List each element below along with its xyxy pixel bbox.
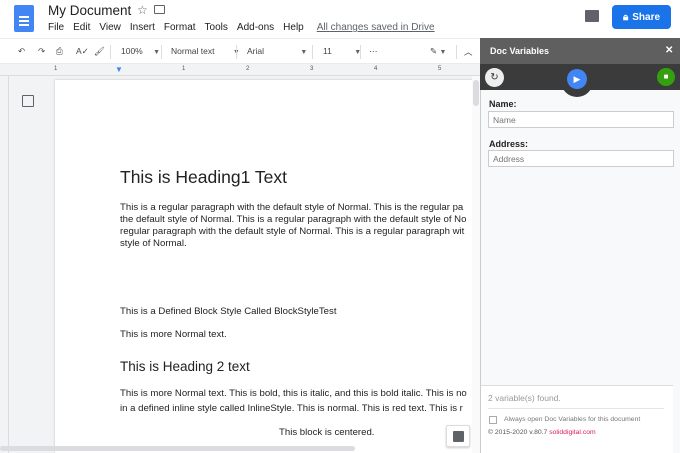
address-input[interactable]	[488, 150, 674, 167]
ruler-mark: 1	[54, 66, 58, 72]
ruler-mark: 2	[246, 66, 250, 72]
horizontal-scrollbar[interactable]	[0, 446, 355, 451]
run-play-icon[interactable]: ▶	[567, 69, 587, 89]
style-value: Normal text	[171, 46, 215, 56]
sidebar-header: Doc Variables ✕	[480, 38, 680, 64]
soliddigital-link[interactable]: soliddigital.com	[549, 429, 595, 436]
menu-bar: File Edit View Insert Format Tools Add-o…	[48, 22, 444, 33]
horizontal-ruler[interactable]: 1 ▼ 1 2 3 4 5	[0, 64, 480, 76]
docs-logo-icon[interactable]	[14, 5, 34, 32]
menu-edit[interactable]: Edit	[73, 22, 90, 33]
paragraph-line: in a defined inline style called InlineS…	[120, 403, 463, 414]
lock-icon: 🔒︎	[622, 11, 629, 23]
explore-button[interactable]	[446, 425, 470, 447]
document-title[interactable]: My Document	[48, 3, 131, 18]
heading-2: This is Heading 2 text	[120, 359, 250, 374]
document-page[interactable]: This is Heading1 Text This is a regular …	[55, 80, 472, 453]
comments-icon[interactable]	[585, 10, 599, 22]
menu-format[interactable]: Format	[164, 22, 196, 33]
menu-file[interactable]: File	[48, 22, 64, 33]
document-outline-icon[interactable]	[22, 95, 34, 107]
centered-paragraph: This block is centered.	[279, 427, 375, 438]
explore-icon	[453, 431, 464, 442]
ruler-mark: 1	[182, 66, 186, 72]
refresh-icon[interactable]: ↻	[485, 68, 504, 87]
share-label: Share	[632, 11, 661, 23]
scrollbar-thumb[interactable]	[473, 80, 479, 106]
vertical-scrollbar[interactable]	[472, 76, 480, 453]
paragraph-line: This is a regular paragraph with the def…	[120, 202, 464, 213]
redo-icon[interactable]: ↷	[38, 46, 45, 57]
undo-icon[interactable]: ↶	[18, 46, 25, 57]
font-select[interactable]: Arial ▼	[247, 46, 307, 56]
ruler-mark: 4	[374, 66, 378, 72]
collapse-toolbar-icon[interactable]: ︿	[464, 46, 473, 58]
menu-addons[interactable]: Add-ons	[237, 22, 274, 33]
paragraph-line: style of Normal.	[120, 238, 187, 249]
paint-format-icon[interactable]: 🖌︎	[94, 46, 105, 57]
zoom-select[interactable]: 100% ▼	[121, 46, 160, 56]
paragraph-line: the default style of Normal. This is a r…	[120, 214, 467, 225]
toolbar: ↶ ↷ ⎙ A✓ 🖌︎ 100% ▼ Normal text ▼ Arial ▼…	[0, 38, 480, 64]
editing-mode-icon[interactable]: ✎ ▼	[430, 46, 446, 57]
address-label: Address:	[489, 139, 529, 149]
indent-marker-icon[interactable]: ▼	[115, 65, 123, 74]
ruler-mark: 3	[310, 66, 314, 72]
chevron-down-icon: ▼	[300, 49, 308, 56]
vertical-ruler[interactable]	[0, 76, 9, 453]
checkbox-label: Always open Doc Variables for this docum…	[504, 416, 641, 423]
name-input[interactable]	[488, 111, 674, 128]
paragraph-line: regular paragraph with the default style…	[120, 226, 465, 237]
sidebar-toolbar: ↻ ▶ ■	[480, 64, 680, 97]
font-size-select[interactable]: 11 ▼	[323, 46, 361, 56]
copyright-text: © 2015-2020 v.80.7	[488, 429, 548, 436]
block-style-paragraph: This is a Defined Block Style Called Blo…	[120, 306, 337, 317]
star-icon[interactable]: ☆	[137, 3, 148, 17]
spellcheck-icon[interactable]: A✓	[76, 46, 89, 57]
always-open-checkbox[interactable]	[489, 416, 497, 424]
menu-help[interactable]: Help	[283, 22, 304, 33]
zoom-value: 100%	[121, 46, 143, 56]
save-status-link[interactable]: All changes saved in Drive	[317, 22, 435, 33]
paragraph-line: This is more Normal text. This is bold, …	[120, 388, 467, 399]
chevron-down-icon: ▼	[153, 49, 161, 56]
close-icon[interactable]: ✕	[665, 45, 673, 56]
style-select[interactable]: Normal text ▼	[171, 46, 240, 56]
menu-tools[interactable]: Tools	[205, 22, 228, 33]
print-icon[interactable]: ⎙	[56, 46, 63, 57]
heading-1: This is Heading1 Text	[120, 167, 287, 187]
sidebar-footer: 2 variable(s) found. Always open Doc Var…	[481, 385, 673, 453]
variables-found-text: 2 variable(s) found.	[488, 393, 561, 403]
menu-view[interactable]: View	[99, 22, 121, 33]
paragraph: This is more Normal text.	[120, 329, 227, 340]
name-label: Name:	[489, 99, 517, 109]
share-button[interactable]: 🔒︎ Share	[612, 5, 671, 29]
move-folder-icon[interactable]	[154, 5, 165, 14]
ruler-mark: 5	[438, 66, 442, 72]
font-size-value: 11	[323, 46, 332, 56]
menu-insert[interactable]: Insert	[130, 22, 155, 33]
more-icon[interactable]: ⋯	[369, 46, 378, 57]
font-value: Arial	[247, 46, 265, 56]
sidebar-title: Doc Variables	[490, 46, 550, 56]
lock-icon[interactable]: ■	[657, 68, 675, 86]
